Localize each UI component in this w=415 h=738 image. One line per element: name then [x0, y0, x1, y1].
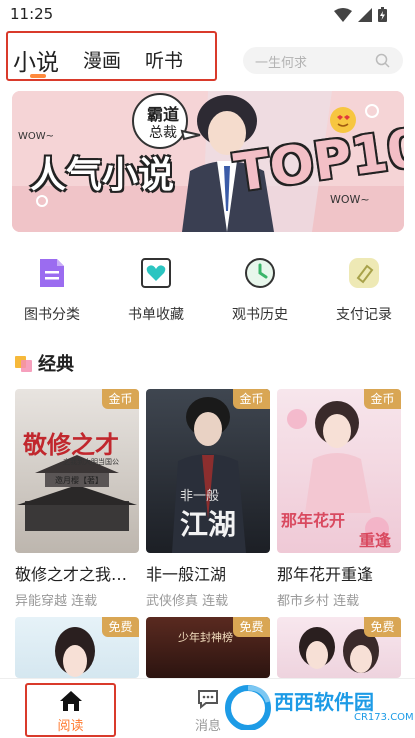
quick-item-favorites[interactable]: 书单收藏 — [104, 252, 208, 324]
heart-icon — [139, 256, 173, 290]
site-watermark: 西西软件园 CR173.COM — [222, 684, 414, 732]
book-cover: 那年花开 重逢 金币 — [277, 389, 401, 553]
search-input[interactable]: 一生何求 — [243, 47, 403, 74]
free-badge: 免费 — [233, 617, 270, 637]
nav-read-label: 阅读 — [57, 719, 84, 734]
book-cover: 少年封神榜 免费 — [146, 617, 270, 678]
signal-icon — [358, 7, 372, 22]
banner-wow-left: WOW~ — [18, 131, 55, 142]
quick-item-categories[interactable]: 图书分类 — [0, 252, 104, 324]
cover-author: 邀月樱【著】 — [55, 476, 103, 485]
coin-badge: 金币 — [233, 389, 270, 409]
tab-comic[interactable]: 漫画 — [83, 46, 121, 73]
status-icons — [334, 7, 387, 22]
document-icon — [35, 256, 69, 290]
coin-badge: 金币 — [102, 389, 139, 409]
book-meta: 都市乡村 连载 — [277, 590, 401, 609]
tab-audiobook[interactable]: 听书 — [145, 46, 183, 73]
message-icon — [198, 690, 218, 710]
home-icon — [60, 691, 82, 711]
top-tab-bar: 小说 漫画 听书 — [6, 31, 217, 81]
book-cover: 免费 — [277, 617, 401, 678]
quick-item-history[interactable]: 观书历史 — [208, 252, 312, 324]
quick-label-favorites: 书单收藏 — [128, 307, 184, 323]
free-badge: 免费 — [364, 617, 401, 637]
book-title: 非一般江湖 — [146, 565, 227, 584]
battery-icon — [378, 7, 387, 22]
wifi-icon — [334, 7, 352, 22]
book-card[interactable]: 少年封神榜 免费 — [146, 617, 270, 678]
book-genre: 都市乡村 — [277, 594, 330, 609]
clock-icon — [243, 256, 277, 290]
watermark-logo-icon — [225, 685, 271, 730]
emoji-icon — [330, 107, 356, 133]
book-cover: 敬修之才 之我到大明当国公 邀月樱【著】 金币 — [15, 389, 139, 553]
book-card[interactable]: 免费 — [15, 617, 139, 678]
book-genre: 异能穿越 — [15, 594, 68, 609]
watermark-text: 西西软件园 — [274, 690, 374, 714]
section-icon — [15, 356, 32, 372]
book-status: 连载 — [202, 594, 229, 609]
book-cover: 非一般 江湖 金币 — [146, 389, 270, 553]
book-status: 连载 — [71, 594, 98, 609]
free-badge: 免费 — [102, 617, 139, 637]
quick-label-payments: 支付记录 — [336, 307, 392, 323]
book-title: 敬修之才之我… — [15, 565, 128, 584]
search-icon — [375, 53, 390, 68]
cover-title: 敬修之才 — [23, 430, 119, 459]
quick-menu: 图书分类 书单收藏 观书历史 支付记录 — [0, 252, 415, 332]
book-card[interactable]: 敬修之才 之我到大明当国公 邀月樱【著】 金币 敬修之才之我… 异能穿越 连载 — [15, 389, 139, 609]
promo-banner[interactable]: 霸道 总裁 人气小说 TOP10 WOW~ WOW~ — [12, 91, 404, 232]
tab-novel[interactable]: 小说 — [13, 43, 59, 77]
status-bar: 11:25 — [0, 0, 415, 30]
book-status: 连载 — [333, 594, 360, 609]
banner-headline: 人气小说 — [30, 155, 175, 196]
coin-badge: 金币 — [364, 389, 401, 409]
cover-subtitle: 重逢 — [359, 531, 392, 550]
cover-subtitle: 非一般 — [180, 489, 220, 504]
nav-read[interactable]: 阅读 — [25, 683, 116, 737]
banner-wow-right: WOW~ — [330, 193, 370, 206]
watermark-subtext: CR173.COM — [354, 712, 414, 723]
quick-item-payments[interactable]: 支付记录 — [312, 252, 415, 324]
cover-title: 那年花开 — [281, 511, 346, 530]
book-cover: 免费 — [15, 617, 139, 678]
book-genre: 武侠修真 — [146, 594, 199, 609]
book-card[interactable]: 那年花开 重逢 金币 那年花开重逢 都市乡村 连载 — [277, 389, 401, 609]
search-placeholder: 一生何求 — [255, 56, 308, 71]
section-title: 经典 — [38, 354, 74, 375]
book-title: 那年花开重逢 — [277, 565, 374, 584]
section-header: 经典 — [15, 351, 74, 375]
tab-active-indicator — [30, 74, 46, 78]
cover-title: 江湖 — [180, 508, 237, 541]
cover-title: 少年封神榜 — [178, 631, 233, 644]
book-card[interactable]: 免费 — [277, 617, 401, 678]
book-meta: 武侠修真 连载 — [146, 590, 270, 609]
cover-subtitle: 之我到大明当国公 — [63, 458, 119, 466]
status-time: 11:25 — [10, 5, 54, 23]
book-card[interactable]: 非一般 江湖 金币 非一般江湖 武侠修真 连载 — [146, 389, 270, 609]
quick-label-categories: 图书分类 — [24, 307, 80, 323]
ticket-icon — [347, 256, 381, 290]
banner-tag-2: 总裁 — [149, 125, 177, 141]
quick-label-history: 观书历史 — [232, 307, 288, 323]
book-meta: 异能穿越 连载 — [15, 590, 139, 609]
